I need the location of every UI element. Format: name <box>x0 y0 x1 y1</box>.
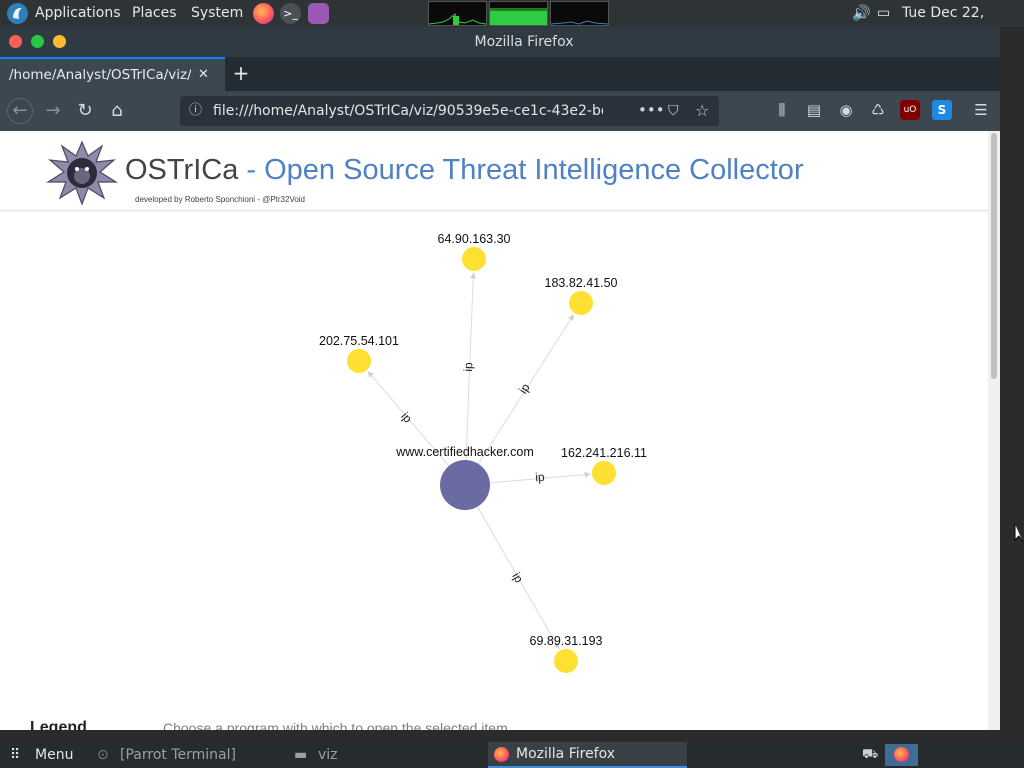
graph-node-domain-label: www.certifiedhacker.com <box>395 445 534 459</box>
graph-node-ip[interactable] <box>462 247 486 271</box>
menu-grid-icon[interactable]: ⠿ <box>10 742 20 768</box>
pocket-icon[interactable]: ⛉ <box>668 96 679 126</box>
extension-hackbar-icon[interactable]: ♺ <box>868 100 888 120</box>
new-tab-button[interactable]: + <box>231 57 251 89</box>
system-menu[interactable]: System <box>191 0 243 27</box>
tray-network-icon[interactable]: ⛟ <box>862 746 880 764</box>
parrot-logo-icon[interactable] <box>7 3 28 24</box>
graph-node-label: 162.241.216.11 <box>561 446 647 460</box>
menu-button[interactable]: Menu <box>35 742 73 768</box>
bottom-taskbar: ⠿ Menu ⊙ [Parrot Terminal] ▬ viz Mozilla… <box>0 742 1024 768</box>
nav-bar: ← → ↻ ⌂ ⓘ file:///home/Analyst/OSTrICa/v… <box>0 91 1000 131</box>
graph-edge-label: ip <box>509 570 526 585</box>
clock[interactable]: Tue Dec 22, 04:27 <box>902 0 1024 48</box>
threat-graph[interactable]: ipipipipip 64.90.163.30183.82.41.50202.7… <box>0 131 988 730</box>
taskbar-item-firefox-label: Mozilla Firefox <box>516 746 616 762</box>
hamburger-menu-icon[interactable]: ☰ <box>971 100 991 120</box>
graph-node-ip[interactable] <box>569 291 593 315</box>
legend-heading: Legend <box>30 719 87 730</box>
library-icon[interactable]: ⫼ <box>772 100 792 120</box>
graph-node-domain[interactable] <box>440 460 490 510</box>
dialog-ghost-text: Choose a program with which to open the … <box>163 720 508 730</box>
firefox-task-icon <box>494 747 509 762</box>
graph-node-label: 202.75.54.101 <box>319 334 399 348</box>
url-bar[interactable]: ⓘ file:///home/Analyst/OSTrICa/viz/90539… <box>180 96 719 126</box>
taskbar-item-firefox[interactable]: Mozilla Firefox <box>488 742 687 768</box>
cpu-monitor-graph <box>428 1 487 26</box>
folder-task-icon: ▬ <box>294 747 308 763</box>
account-icon[interactable]: ◉ <box>836 100 856 120</box>
terminal-launcher-icon[interactable]: >_ <box>280 3 301 24</box>
network-monitor-graph <box>550 1 609 26</box>
taskbar-item-viz[interactable]: viz <box>318 742 338 768</box>
desktop-background <box>1000 27 1024 742</box>
graph-edge-label: ip <box>535 470 546 485</box>
taskbar-item-terminal[interactable]: [Parrot Terminal] <box>120 742 236 768</box>
text-editor-launcher-icon[interactable] <box>308 3 329 24</box>
reload-button[interactable]: ↻ <box>73 99 97 123</box>
tab-bar: /home/Analyst/OSTrICa/viz/ ✕ + <box>0 57 1000 91</box>
back-button[interactable]: ← <box>7 98 33 124</box>
home-button[interactable]: ⌂ <box>105 99 129 123</box>
forward-button[interactable]: → <box>41 99 65 123</box>
firefox-launcher-icon[interactable] <box>253 3 274 24</box>
tab-close-icon[interactable]: ✕ <box>198 59 209 91</box>
memory-monitor-graph <box>489 1 548 26</box>
terminal-task-icon: ⊙ <box>97 747 109 763</box>
graph-node-label: 64.90.163.30 <box>438 232 511 246</box>
sidebar-icon[interactable]: ▤ <box>804 100 824 120</box>
display-icon[interactable]: ▭ <box>877 0 890 27</box>
tab-title: /home/Analyst/OSTrICa/viz/ <box>9 67 191 83</box>
applications-menu[interactable]: Applications <box>35 0 121 27</box>
page-content: OSTrICa - Open Source Threat Intelligenc… <box>0 131 988 730</box>
graph-node-ip[interactable] <box>554 649 578 673</box>
graph-node-label: 69.89.31.193 <box>530 634 603 648</box>
tray-firefox-badge-icon <box>894 747 909 762</box>
mouse-cursor-icon <box>1014 523 1024 543</box>
graph-edge-label: ip <box>461 362 475 372</box>
tab-ostrica-viz[interactable]: /home/Analyst/OSTrICa/viz/ ✕ <box>0 57 225 91</box>
volume-icon[interactable]: 🔊 <box>852 0 871 27</box>
window-title: Mozilla Firefox <box>474 34 574 50</box>
window-titlebar[interactable]: Mozilla Firefox <box>0 27 1000 57</box>
page-scrollbar[interactable] <box>988 131 1000 730</box>
graph-node-ip[interactable] <box>592 461 616 485</box>
site-info-icon[interactable]: ⓘ <box>189 96 202 126</box>
url-text[interactable]: file:///home/Analyst/OSTrICa/viz/90539e5… <box>213 96 603 126</box>
extension-s-icon[interactable]: S <box>932 100 952 120</box>
page-actions-icon[interactable]: ••• <box>638 96 665 124</box>
top-panel: Applications Places System >_ 🔊 ▭ Tue De… <box>0 0 1024 48</box>
ublock-origin-icon[interactable]: uO <box>900 100 920 120</box>
scrollbar-thumb[interactable] <box>991 133 997 379</box>
places-menu[interactable]: Places <box>132 0 177 27</box>
graph-node-label: 183.82.41.50 <box>545 276 618 290</box>
graph-node-ip[interactable] <box>347 349 371 373</box>
bookmark-star-icon[interactable]: ☆ <box>695 96 709 126</box>
tray-firefox-icon[interactable] <box>885 744 918 766</box>
